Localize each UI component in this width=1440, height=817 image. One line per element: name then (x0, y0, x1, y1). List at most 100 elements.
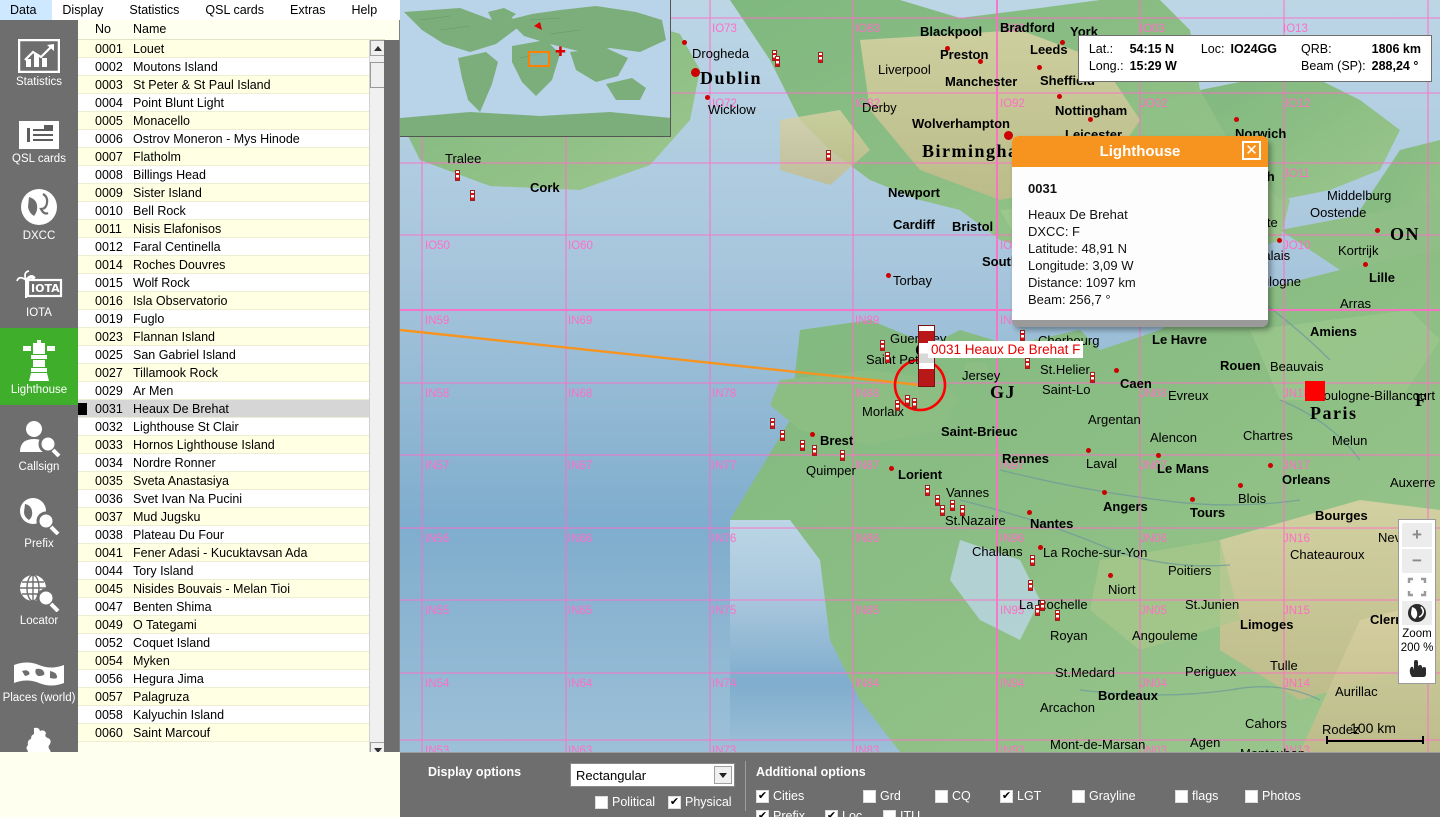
table-row[interactable]: 0035 Sveta Anastasiya (78, 472, 385, 490)
table-row[interactable]: 0032 Lighthouse St Clair (78, 418, 385, 436)
table-row[interactable]: 0031 Heaux De Brehat (78, 400, 385, 418)
fit-screen-icon[interactable] (1402, 575, 1432, 599)
table-row[interactable]: 0006 Ostrov Moneron - Mys Hinode (78, 130, 385, 148)
table-row[interactable]: 0019 Fuglo (78, 310, 385, 328)
checkbox-physical[interactable]: ✔ Physical (668, 795, 732, 809)
lighthouse-map-marker[interactable] (1090, 372, 1095, 383)
table-row[interactable]: 0056 Hegura Jima (78, 670, 385, 688)
checkbox-prefix[interactable]: ✔ Prefix (756, 809, 805, 817)
zoom-in-button[interactable]: + (1402, 523, 1432, 547)
lighthouse-map-marker[interactable] (812, 445, 817, 456)
lighthouse-map-marker[interactable] (470, 190, 475, 201)
table-row[interactable]: 0038 Plateau Du Four (78, 526, 385, 544)
table-row[interactable]: 0005 Monacello (78, 112, 385, 130)
lighthouse-map-marker[interactable] (780, 430, 785, 441)
world-map-inset[interactable]: ✚ (400, 0, 671, 137)
chevron-down-icon[interactable] (714, 766, 732, 784)
table-row[interactable]: 0041 Fener Adasi - Kucuktavsan Ada (78, 544, 385, 562)
menu-item-statistics[interactable]: Statistics (119, 0, 195, 20)
zoom-out-button[interactable]: − (1402, 549, 1432, 573)
lighthouse-map-marker[interactable] (818, 52, 823, 63)
checkbox-political[interactable]: Political (595, 795, 655, 809)
checkbox-itu[interactable]: ITU (883, 809, 920, 817)
lighthouse-map-marker[interactable] (925, 485, 930, 496)
lighthouse-popup[interactable]: Lighthouse ✕ 0031 Heaux De Brehat DXCC: … (1012, 136, 1268, 327)
lighthouse-map-marker[interactable] (826, 150, 831, 161)
lighthouse-map-marker[interactable] (1028, 580, 1033, 591)
sidebar-item-qsl-cards[interactable]: QSL cards (0, 97, 78, 174)
hand-icon[interactable] (1402, 656, 1432, 680)
lighthouse-map-marker[interactable] (1025, 358, 1030, 369)
lighthouse-map-marker[interactable] (1055, 610, 1060, 621)
menu-item-qsl-cards[interactable]: QSL cards (195, 0, 280, 20)
checkbox-grd[interactable]: Grd (863, 789, 901, 803)
sidebar-item-statistics[interactable]: Statistics (0, 20, 78, 97)
lighthouse-map-marker[interactable] (455, 170, 460, 181)
menu-item-display[interactable]: Display (52, 0, 119, 20)
table-row[interactable]: 0008 Billings Head (78, 166, 385, 184)
table-row[interactable]: 0034 Nordre Ronner (78, 454, 385, 472)
map-view[interactable]: IO73 IO83 IO93 IO03 IO13 IO72 IO82 IO92 JO02 JO12… (400, 0, 1440, 752)
table-row[interactable]: 0060 Saint Marcouf (78, 724, 385, 742)
sidebar-item-prefix[interactable]: Prefix (0, 482, 78, 559)
table-row[interactable]: 0049 O Tategami (78, 616, 385, 634)
table-row[interactable]: 0045 Nisides Bouvais - Melan Tioi (78, 580, 385, 598)
table-row[interactable]: 0052 Coquet Island (78, 634, 385, 652)
lighthouse-rows[interactable]: 0001 Louet 0002 Moutons Island 0003 St Peter … (78, 40, 385, 758)
checkbox-grayline[interactable]: Grayline (1072, 789, 1136, 803)
table-row[interactable]: 0047 Benten Shima (78, 598, 385, 616)
table-row[interactable]: 0014 Roches Douvres (78, 256, 385, 274)
sidebar-item-locator[interactable]: Locator (0, 559, 78, 636)
lighthouse-map-marker[interactable] (1040, 600, 1045, 611)
scroll-up-button[interactable] (370, 40, 385, 56)
table-row[interactable]: 0027 Tillamook Rock (78, 364, 385, 382)
inset-viewport-box[interactable] (528, 51, 550, 67)
lighthouse-map-marker[interactable] (880, 340, 885, 351)
sidebar-item-dxcc[interactable]: DXCC (0, 174, 78, 251)
menu-item-data[interactable]: Data (0, 0, 53, 20)
checkbox-loc[interactable]: ✔ Loc (825, 809, 862, 817)
checkbox-cities[interactable]: ✔ Cities (756, 789, 804, 803)
sidebar-item-places-world[interactable]: Places (world) (0, 636, 78, 713)
table-row[interactable]: 0037 Mud Jugsku (78, 508, 385, 526)
table-row[interactable]: 0033 Hornos Lighthouse Island (78, 436, 385, 454)
sidebar-item-iota[interactable]: IOTA IOTA (0, 251, 78, 328)
popup-close-icon[interactable]: ✕ (1242, 141, 1261, 160)
lighthouse-map-marker[interactable] (950, 500, 955, 511)
checkbox-photos[interactable]: Photos (1245, 789, 1301, 803)
lighthouse-map-marker[interactable] (770, 418, 775, 429)
table-row[interactable]: 0015 Wolf Rock (78, 274, 385, 292)
table-row[interactable]: 0011 Nisis Elafonisos (78, 220, 385, 238)
list-scrollbar[interactable] (369, 40, 385, 758)
checkbox-lgt[interactable]: ✔ LGT (1000, 789, 1041, 803)
table-row[interactable]: 0036 Svet Ivan Na Pucini (78, 490, 385, 508)
checkbox-flags[interactable]: flags (1175, 789, 1218, 803)
table-row[interactable]: 0054 Myken (78, 652, 385, 670)
menu-item-help[interactable]: Help (341, 0, 393, 20)
table-row[interactable]: 0012 Faral Centinella (78, 238, 385, 256)
table-row[interactable]: 0044 Tory Island (78, 562, 385, 580)
lighthouse-map-marker[interactable] (840, 450, 845, 461)
sidebar-item-callsign[interactable]: Callsign (0, 405, 78, 482)
table-row[interactable]: 0057 Palagruza (78, 688, 385, 706)
lighthouse-map-marker[interactable] (885, 352, 890, 363)
table-row[interactable]: 0016 Isla Observatorio (78, 292, 385, 310)
lighthouse-map-marker[interactable] (1030, 555, 1035, 566)
table-row[interactable]: 0003 St Peter & St Paul Island (78, 76, 385, 94)
lighthouse-map-marker[interactable] (960, 505, 965, 516)
map-zoom-control[interactable]: + − Zoom 200 % (1398, 519, 1436, 684)
lighthouse-map-marker[interactable] (775, 56, 780, 67)
table-row[interactable]: 0010 Bell Rock (78, 202, 385, 220)
table-row[interactable]: 0004 Point Blunt Light (78, 94, 385, 112)
scrollbar-thumb[interactable] (370, 62, 385, 88)
lighthouse-map-marker[interactable] (1020, 330, 1025, 341)
table-row[interactable]: 0025 San Gabriel Island (78, 346, 385, 364)
table-row[interactable]: 0002 Moutons Island (78, 58, 385, 76)
lighthouse-map-marker[interactable] (940, 505, 945, 516)
table-row[interactable]: 0023 Flannan Island (78, 328, 385, 346)
checkbox-cq[interactable]: CQ (935, 789, 971, 803)
menu-item-extras[interactable]: Extras (280, 0, 341, 20)
table-row[interactable]: 0007 Flatholm (78, 148, 385, 166)
projection-select[interactable]: Rectangular (570, 763, 735, 787)
table-row[interactable]: 0058 Kalyuchin Island (78, 706, 385, 724)
